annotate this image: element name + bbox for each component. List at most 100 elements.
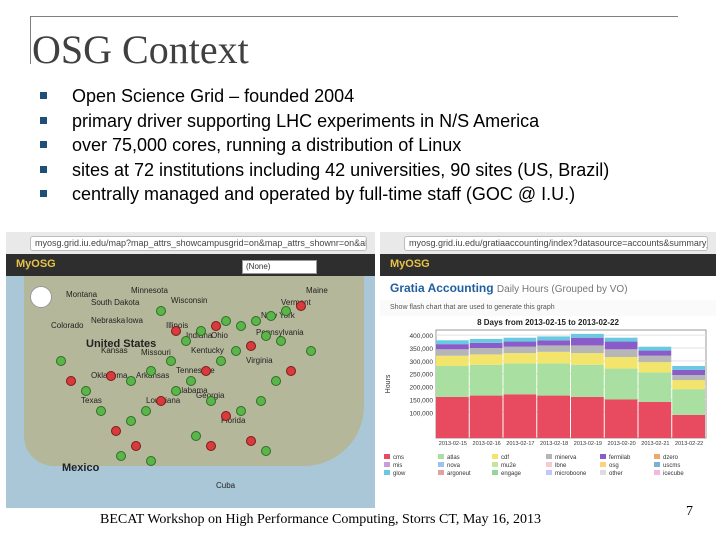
site-marker-green[interactable]	[171, 386, 181, 396]
site-marker-green[interactable]	[261, 331, 271, 341]
site-marker-red[interactable]	[246, 436, 256, 446]
site-marker-green[interactable]	[146, 456, 156, 466]
site-marker-green[interactable]	[146, 366, 156, 376]
accounting-subheading: Daily Hours (Grouped by VO)	[496, 284, 628, 295]
map-label: Virginia	[246, 356, 273, 365]
site-marker-green[interactable]	[271, 376, 281, 386]
site-marker-green[interactable]	[96, 406, 106, 416]
x-tick-label: 2013-02-22	[675, 441, 703, 447]
stacked-bar-chart: 100,000 150,000 200,000 250,000 300,000 350,0…	[384, 329, 707, 477]
site-marker-green[interactable]	[256, 396, 266, 406]
site-marker-green[interactable]	[261, 446, 271, 456]
legend-swatch	[384, 462, 390, 467]
legend-label: minerva	[555, 455, 577, 461]
site-marker-green[interactable]	[306, 346, 316, 356]
y-tick-label: 250,000	[410, 372, 434, 379]
site-marker-red[interactable]	[246, 341, 256, 351]
myosg-logo[interactable]: MyOSG	[16, 258, 56, 270]
bar-segment	[537, 363, 570, 396]
site-marker-green[interactable]	[191, 431, 201, 441]
legend-label: dzero	[663, 455, 679, 461]
site-marker-green[interactable]	[126, 416, 136, 426]
map-label: Missouri	[141, 348, 171, 357]
site-marker-green[interactable]	[221, 316, 231, 326]
site-marker-green[interactable]	[56, 356, 66, 366]
legend-label: argoneut	[447, 471, 471, 477]
map-filter-select[interactable]: (None)	[242, 260, 317, 274]
bar-segment	[604, 337, 638, 342]
site-marker-green[interactable]	[166, 356, 176, 366]
bar-segment	[672, 366, 705, 370]
myosg-logo[interactable]: MyOSG	[390, 258, 430, 270]
legend-swatch	[600, 470, 606, 475]
site-marker-red[interactable]	[221, 411, 231, 421]
y-tick-label: 300,000	[410, 359, 434, 366]
bar-segment	[571, 333, 604, 338]
bar-segment	[469, 364, 503, 396]
site-marker-red[interactable]	[131, 441, 141, 451]
site-marker-green[interactable]	[251, 316, 261, 326]
site-marker-green[interactable]	[156, 306, 166, 316]
site-marker-red[interactable]	[296, 301, 306, 311]
legend-swatch	[546, 454, 552, 459]
site-marker-red[interactable]	[286, 366, 296, 376]
site-marker-red[interactable]	[106, 371, 116, 381]
legend-label: engage	[501, 471, 522, 477]
site-map[interactable]: United States Mexico Cuba Montana Minnesota W…	[6, 276, 375, 508]
site-marker-green[interactable]	[116, 451, 126, 461]
legend-label: uscms	[663, 463, 680, 469]
site-marker-red[interactable]	[211, 321, 221, 331]
legend-swatch	[384, 454, 390, 459]
site-marker-red[interactable]	[156, 396, 166, 406]
bar-segment	[469, 339, 503, 343]
x-tick-label: 2013-02-18	[540, 441, 568, 447]
map-label: Minnesota	[131, 286, 168, 295]
bar-segment	[469, 348, 503, 355]
site-marker-green[interactable]	[141, 406, 151, 416]
y-tick-label: 100,000	[410, 410, 434, 417]
site-marker-green[interactable]	[236, 321, 246, 331]
bullet-item: sites at 72 institutions including 42 un…	[40, 158, 609, 183]
site-marker-red[interactable]	[66, 376, 76, 386]
site-marker-green[interactable]	[186, 376, 196, 386]
bar-segment	[436, 366, 469, 397]
legend-label: mu2e	[501, 463, 517, 469]
legend-swatch	[654, 470, 660, 475]
site-marker-green[interactable]	[126, 376, 136, 386]
x-tick-label: 2013-02-21	[641, 441, 669, 447]
site-marker-green[interactable]	[206, 396, 216, 406]
site-marker-red[interactable]	[111, 426, 121, 436]
bar-segment	[604, 368, 638, 400]
site-marker-green[interactable]	[81, 386, 91, 396]
site-marker-green[interactable]	[281, 306, 291, 316]
url-field[interactable]: myosg.grid.iu.edu/map?map_attrs_showcamp…	[30, 236, 367, 251]
site-marker-green[interactable]	[236, 406, 246, 416]
bullet-text: over 75,000 cores, running a distributio…	[72, 135, 462, 155]
bar-segment	[469, 342, 503, 348]
site-marker-green[interactable]	[231, 346, 241, 356]
browser-url-bar: myosg.grid.iu.edu/gratiaaccounting/index…	[380, 232, 716, 255]
bullet-text: sites at 72 institutions including 42 un…	[72, 159, 610, 180]
legend-swatch	[492, 462, 498, 467]
bullet-text: primary driver supporting LHC experiment…	[72, 110, 540, 131]
myosg-navbar: MyOSG (None)	[6, 254, 375, 276]
site-marker-green[interactable]	[266, 311, 276, 321]
page-number: 7	[686, 504, 693, 519]
myosg-navbar: MyOSG	[380, 254, 716, 276]
map-pan-control-icon[interactable]	[30, 286, 52, 308]
site-marker-green[interactable]	[181, 336, 191, 346]
site-marker-red[interactable]	[171, 326, 181, 336]
bullet-text: centrally managed and operated by full-t…	[72, 184, 576, 204]
x-tick-label: 2013-02-17	[506, 441, 534, 447]
myosg-map-screenshot: myosg.grid.iu.edu/map?map_attrs_showcamp…	[6, 232, 375, 508]
site-marker-red[interactable]	[201, 366, 211, 376]
map-label: Mexico	[62, 462, 100, 474]
site-marker-green[interactable]	[196, 326, 206, 336]
chart-title: 8 Days from 2013-02-15 to 2013-02-22	[477, 318, 619, 327]
site-marker-red[interactable]	[206, 441, 216, 451]
site-marker-green[interactable]	[216, 356, 226, 366]
site-marker-green[interactable]	[276, 336, 286, 346]
bar-segment	[571, 345, 604, 354]
show-flash-checkbox[interactable]: Show flash chart that are used to genera…	[380, 300, 716, 316]
url-field[interactable]: myosg.grid.iu.edu/gratiaaccounting/index…	[404, 236, 708, 251]
